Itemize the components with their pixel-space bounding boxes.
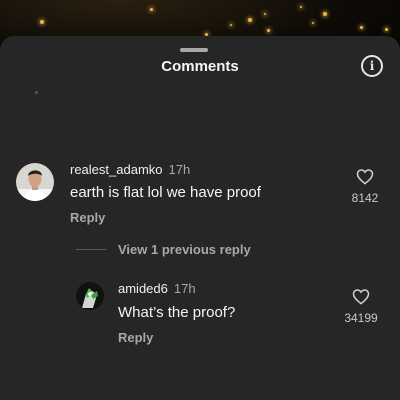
background-sparkle — [360, 26, 363, 29]
heart-icon — [356, 169, 374, 185]
like-count: 8142 — [351, 191, 379, 205]
comment-username[interactable]: realest_adamko 17h — [70, 162, 190, 178]
background-sparkle — [230, 24, 232, 26]
heart-icon — [352, 289, 370, 305]
background-sparkle — [312, 22, 314, 24]
background-sparkle — [267, 29, 270, 32]
reply-username[interactable]: amided6 17h — [118, 281, 196, 297]
comments-screen: Comments i realest_adamko 17h earth is fl… — [0, 0, 400, 400]
username-text[interactable]: amided6 — [118, 281, 168, 296]
comments-sheet — [0, 36, 400, 400]
reply-time: 17h — [173, 281, 196, 296]
sheet-title: Comments — [161, 58, 239, 75]
reply-button[interactable]: Reply — [70, 210, 105, 226]
username-text[interactable]: realest_adamko — [70, 162, 163, 177]
like-count: 34199 — [344, 311, 378, 325]
background-sparkle — [264, 13, 266, 15]
background-sparkle — [323, 12, 327, 16]
background-sparkle — [385, 28, 388, 31]
background-sparkle — [248, 18, 252, 22]
view-previous-replies-label[interactable]: View 1 previous reply — [118, 242, 251, 258]
avatar[interactable] — [16, 163, 54, 201]
info-icon[interactable]: i — [361, 55, 383, 77]
reply-thread-line — [76, 249, 106, 250]
comment-text: earth is flat lol we have proof — [70, 184, 261, 201]
background-sparkle — [150, 8, 153, 11]
background-sparkle — [40, 20, 44, 24]
divider-dot — [35, 91, 38, 94]
reply-button[interactable]: Reply — [118, 330, 153, 346]
background-sparkle — [300, 6, 302, 8]
comment-time: 17h — [168, 162, 191, 177]
like-button[interactable]: 34199 — [336, 288, 386, 325]
reply-text: What’s the proof? — [118, 304, 236, 321]
like-button[interactable]: 8142 — [340, 168, 390, 205]
drag-handle[interactable] — [180, 48, 208, 52]
avatar[interactable] — [76, 282, 104, 310]
